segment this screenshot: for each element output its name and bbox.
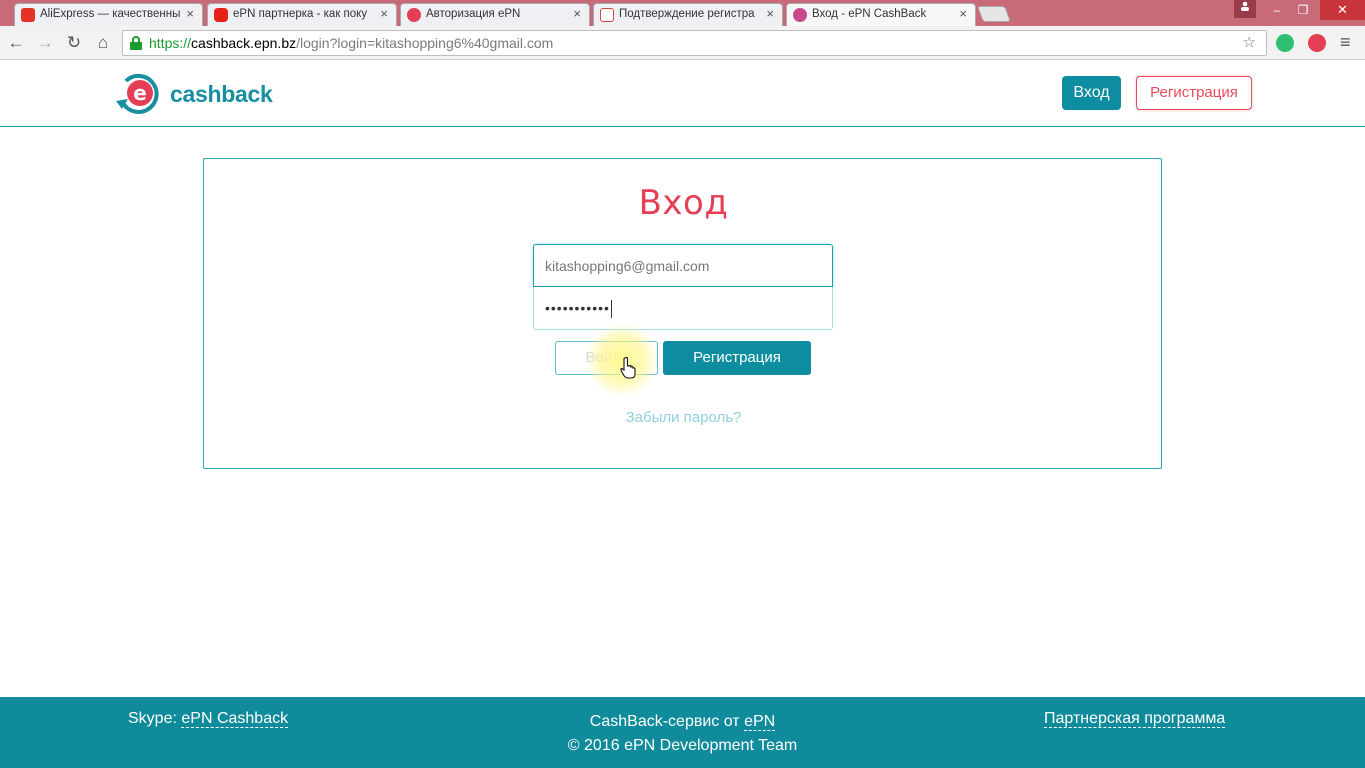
register-button[interactable]: Регистрация (663, 341, 811, 375)
back-icon[interactable]: ← (5, 32, 27, 54)
svg-text:e: e (133, 81, 147, 105)
forgot-password-link[interactable]: Забыли пароль? (204, 409, 1163, 426)
partner-program-link[interactable]: Партнерская программа (1044, 710, 1226, 728)
browser-tab[interactable]: Авторизация ePN × (400, 3, 590, 26)
header-register-button[interactable]: Регистрация (1136, 76, 1252, 110)
tab-title: AliExpress — качественны (40, 8, 180, 20)
tab-close-icon[interactable]: × (380, 6, 388, 21)
cashback-logo[interactable]: e cashback (114, 71, 274, 117)
epn-link[interactable]: ePN (744, 713, 776, 731)
reload-icon[interactable]: ↻ (63, 32, 85, 54)
tab-close-icon[interactable]: × (766, 6, 774, 21)
login-submit-button[interactable]: Войти (555, 341, 658, 375)
browser-tab[interactable]: Подтверждение регистра × (593, 3, 783, 26)
browser-tab-active[interactable]: Вход - ePN CashBack × (786, 3, 976, 26)
url-text: https://cashback.epn.bz/login?login=kita… (149, 35, 554, 51)
epn-favicon-icon (407, 8, 421, 22)
aliexpress-favicon-icon (21, 8, 35, 22)
user-profile-icon[interactable] (1234, 0, 1256, 18)
window-close-icon[interactable]: ✕ (1320, 0, 1365, 20)
browser-tab[interactable]: AliExpress — качественны × (14, 3, 203, 26)
tab-close-icon[interactable]: × (573, 6, 581, 21)
epn-logo-icon: e (116, 73, 159, 114)
hand-cursor-icon (620, 356, 636, 385)
service-text: CashBack-сервис от (589, 713, 740, 730)
tab-title: Авторизация ePN (426, 8, 521, 20)
password-field[interactable]: ••••••••••• (533, 287, 833, 330)
browser-tabstrip: AliExpress — качественны × ePN партнерка… (0, 0, 1365, 26)
password-mask: ••••••••••• (545, 300, 610, 316)
tab-close-icon[interactable]: × (959, 6, 967, 21)
cashback-favicon-icon (793, 8, 807, 22)
lock-icon (130, 36, 142, 50)
youtube-favicon-icon (214, 8, 228, 22)
star-icon[interactable]: ☆ (1243, 31, 1256, 55)
email-field[interactable]: kitashopping6@gmail.com (533, 244, 833, 287)
header-login-button[interactable]: Вход (1062, 76, 1121, 110)
tab-title: ePN партнерка - как поку (233, 8, 368, 20)
login-title: Вход (638, 183, 729, 223)
minimize-icon[interactable]: – (1266, 0, 1288, 20)
copyright-text: © 2016 ePN Development Team (567, 737, 798, 754)
extension-epn-icon[interactable] (1308, 34, 1326, 52)
login-card: Вход kitashopping6@gmail.com •••••••••••… (203, 158, 1162, 469)
new-tab-button[interactable] (977, 6, 1011, 22)
browser-toolbar: ← → ↻ ⌂ https://cashback.epn.bz/login?lo… (0, 26, 1365, 60)
home-icon[interactable]: ⌂ (92, 32, 114, 54)
browser-tab[interactable]: ePN партнерка - как поку × (207, 3, 397, 26)
extension-green-icon[interactable] (1276, 34, 1294, 52)
site-header: e cashback Вход Регистрация (0, 61, 1365, 127)
browser-menu-icon[interactable]: ≡ (1340, 32, 1351, 53)
forward-icon[interactable]: → (34, 32, 56, 54)
tab-close-icon[interactable]: × (186, 6, 194, 21)
tab-title: Вход - ePN CashBack (812, 8, 927, 20)
tab-title: Подтверждение регистра (619, 8, 755, 20)
logo-text: cashback (170, 81, 273, 107)
gmail-favicon-icon (600, 8, 614, 22)
site-footer: Skype: ePN Cashback CashBack-сервис от e… (0, 697, 1365, 768)
address-bar[interactable]: https://cashback.epn.bz/login?login=kita… (122, 30, 1267, 56)
footer-partner: Партнерская программа (1044, 710, 1226, 728)
restore-icon[interactable]: ❐ (1292, 0, 1314, 20)
text-caret (610, 300, 612, 319)
